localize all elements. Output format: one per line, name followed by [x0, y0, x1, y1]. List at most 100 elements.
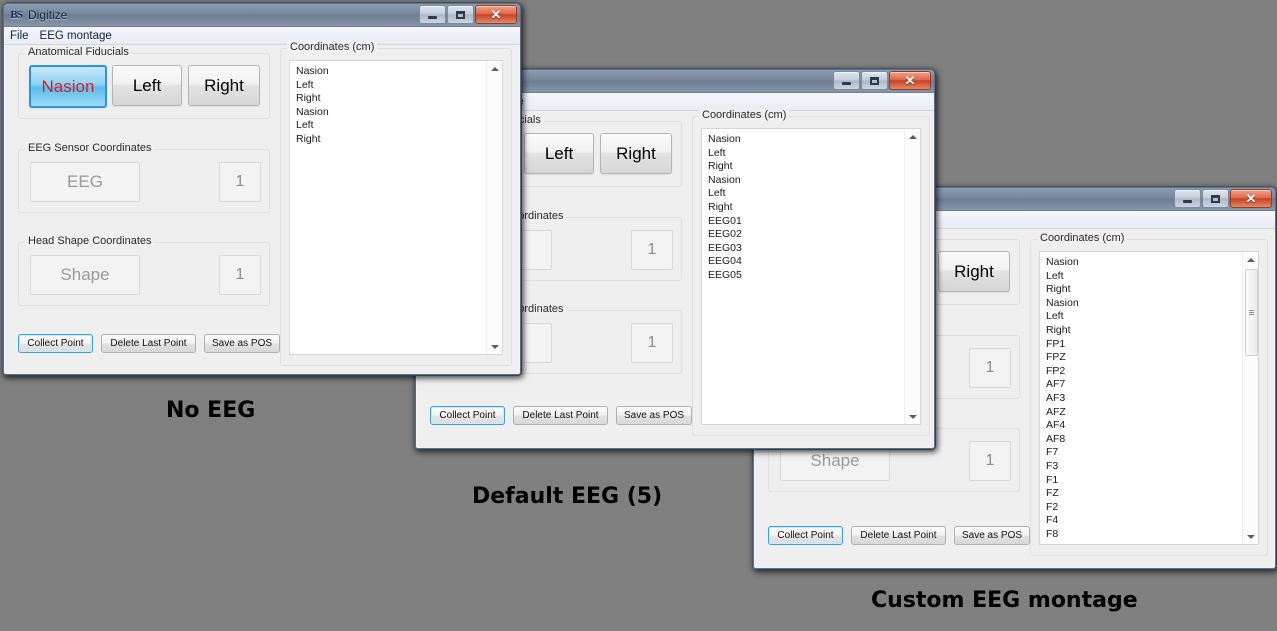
coordinate-list-item[interactable]: EEG02 — [708, 228, 904, 242]
window-controls[interactable]: ✕ — [833, 71, 931, 90]
coordinate-list-item[interactable]: AF7 — [1046, 378, 1242, 392]
delete-last-point-button[interactable]: Delete Last Point — [851, 526, 946, 545]
menu-item-file[interactable]: File — [10, 30, 29, 42]
collect-point-button[interactable]: Collect Point — [18, 334, 93, 353]
fiducial-button-right[interactable]: Right — [600, 133, 672, 174]
window-controls[interactable]: ✕ — [419, 5, 517, 24]
coordinate-list-item[interactable]: F7 — [1046, 446, 1242, 460]
delete-last-point-label: Delete Last Point — [522, 410, 598, 421]
maximize-button[interactable] — [1202, 189, 1229, 208]
coordinate-list-item[interactable]: Right — [708, 160, 904, 174]
shape-index-value: 1 — [986, 452, 995, 470]
minimize-button[interactable] — [833, 71, 860, 90]
coordinate-list-item[interactable]: Left — [1046, 270, 1242, 284]
fiducial-button-left[interactable]: Left — [524, 133, 594, 174]
coordinate-list-item[interactable]: EEG05 — [708, 269, 904, 283]
coordinate-list-item[interactable]: Nasion — [1046, 256, 1242, 270]
eeg-index-field[interactable]: 1 — [969, 348, 1011, 388]
collect-point-label: Collect Point — [27, 338, 83, 349]
eeg-index-field[interactable]: 1 — [631, 230, 673, 270]
minimize-button[interactable] — [419, 5, 446, 24]
coordinate-list-item[interactable]: FP2 — [1046, 365, 1242, 379]
coordinates-scrollbar[interactable] — [1242, 252, 1258, 544]
coordinate-list-item[interactable]: AFZ — [1046, 406, 1242, 420]
coordinate-list-item[interactable]: AF3 — [1046, 392, 1242, 406]
delete-last-point-button[interactable]: Delete Last Point — [513, 406, 608, 425]
coordinates-scrollbar[interactable] — [904, 129, 920, 424]
coordinates-scrollbar[interactable] — [486, 61, 502, 354]
scroll-up-arrow-icon[interactable] — [1243, 252, 1258, 267]
save-as-pos-button[interactable]: Save as POS — [616, 406, 692, 425]
fiducial-button-nasion[interactable]: Nasion — [29, 65, 107, 108]
coordinate-list-item[interactable]: AF4 — [1046, 419, 1242, 433]
group-anatomical-fiducials: Anatomical Fiducials Nasion Left Right — [18, 53, 270, 119]
eeg-index-value: 1 — [986, 359, 995, 377]
coordinate-list-item[interactable]: EEG01 — [708, 215, 904, 229]
collect-point-button[interactable]: Collect Point — [768, 526, 843, 545]
scrollbar-thumb[interactable] — [1245, 269, 1258, 356]
maximize-button[interactable] — [861, 71, 888, 90]
coordinate-list-item[interactable]: Nasion — [296, 106, 486, 120]
fiducial-label-right: Right — [204, 76, 244, 96]
coordinates-listbox[interactable]: NasionLeftRightNasionLeftRightEEG01EEG02… — [701, 128, 921, 425]
coordinate-list-item[interactable]: Nasion — [708, 133, 904, 147]
window-no-eeg[interactable]: BS Digitize ✕ File EEG montage Anatomica… — [2, 2, 522, 376]
maximize-button[interactable] — [447, 5, 474, 24]
titlebar[interactable]: BS Digitize ✕ — [4, 4, 520, 27]
coordinate-list-item[interactable]: F2 — [1046, 501, 1242, 515]
collect-point-button[interactable]: Collect Point — [430, 406, 505, 425]
minimize-button[interactable] — [1174, 189, 1201, 208]
shape-index-field[interactable]: 1 — [969, 441, 1011, 481]
coordinate-list-item[interactable]: EEG04 — [708, 255, 904, 269]
coordinate-list-item[interactable]: AF8 — [1046, 433, 1242, 447]
coordinate-list-item[interactable]: F3 — [1046, 460, 1242, 474]
coordinate-list-item[interactable]: Right — [296, 92, 486, 106]
eeg-index-value: 1 — [236, 173, 245, 191]
fiducial-label-right: Right — [954, 262, 994, 282]
save-as-pos-button[interactable]: Save as POS — [204, 334, 280, 353]
eeg-index-field[interactable]: 1 — [219, 162, 261, 202]
scroll-up-arrow-icon[interactable] — [487, 61, 502, 76]
coordinate-list-item[interactable]: Left — [1046, 310, 1242, 324]
coordinate-list-item[interactable]: Right — [1046, 283, 1242, 297]
coordinates-listbox[interactable]: NasionLeftRightNasionLeftRightFP1FPZFP2A… — [1039, 251, 1259, 545]
fiducial-button-left[interactable]: Left — [112, 65, 182, 106]
close-button[interactable]: ✕ — [889, 71, 931, 90]
scroll-down-arrow-icon[interactable] — [1243, 529, 1258, 544]
shape-index-field[interactable]: 1 — [631, 323, 673, 363]
close-button[interactable]: ✕ — [1230, 189, 1272, 208]
fiducial-label-left: Left — [133, 76, 161, 96]
fiducial-button-right[interactable]: Right — [188, 65, 260, 106]
shape-index-field[interactable]: 1 — [219, 255, 261, 295]
menubar[interactable]: File EEG montage — [4, 27, 520, 45]
coordinate-list-item[interactable]: Right — [1046, 324, 1242, 338]
coordinate-list-item[interactable]: Nasion — [708, 174, 904, 188]
coordinate-list-item[interactable]: F1 — [1046, 474, 1242, 488]
delete-last-point-button[interactable]: Delete Last Point — [101, 334, 196, 353]
scroll-up-arrow-icon[interactable] — [905, 129, 920, 144]
window-controls[interactable]: ✕ — [1174, 189, 1272, 208]
coordinate-list-item[interactable]: Nasion — [296, 65, 486, 79]
close-button[interactable]: ✕ — [475, 5, 517, 24]
fiducial-button-right[interactable]: Right — [938, 251, 1010, 292]
coordinate-list-item[interactable]: F4 — [1046, 514, 1242, 528]
coordinates-listbox[interactable]: NasionLeftRightNasionLeftRight — [289, 60, 503, 355]
coordinate-list-item[interactable]: Left — [296, 79, 486, 93]
coordinate-list-item[interactable]: Nasion — [1046, 297, 1242, 311]
coordinate-list-item[interactable]: FP1 — [1046, 338, 1242, 352]
coordinate-list-item[interactable]: FPZ — [1046, 351, 1242, 365]
coordinate-list-item[interactable]: Right — [296, 133, 486, 147]
coordinate-list-item[interactable]: EEG03 — [708, 242, 904, 256]
scroll-down-arrow-icon[interactable] — [487, 339, 502, 354]
coordinate-list-item[interactable]: Left — [708, 187, 904, 201]
coordinate-list-item[interactable]: Left — [708, 147, 904, 161]
scroll-down-arrow-icon[interactable] — [905, 409, 920, 424]
save-as-pos-button[interactable]: Save as POS — [954, 526, 1030, 545]
coordinate-list-item[interactable]: Right — [708, 201, 904, 215]
coordinate-list-item[interactable]: F8 — [1046, 528, 1242, 542]
coordinate-list-item[interactable]: FZ — [1046, 487, 1242, 501]
shape-name-field[interactable]: Shape — [30, 255, 140, 295]
coordinate-list-item[interactable]: Left — [296, 119, 486, 133]
eeg-name-field[interactable]: EEG — [30, 162, 140, 202]
menu-item-eeg-montage[interactable]: EEG montage — [40, 30, 112, 42]
